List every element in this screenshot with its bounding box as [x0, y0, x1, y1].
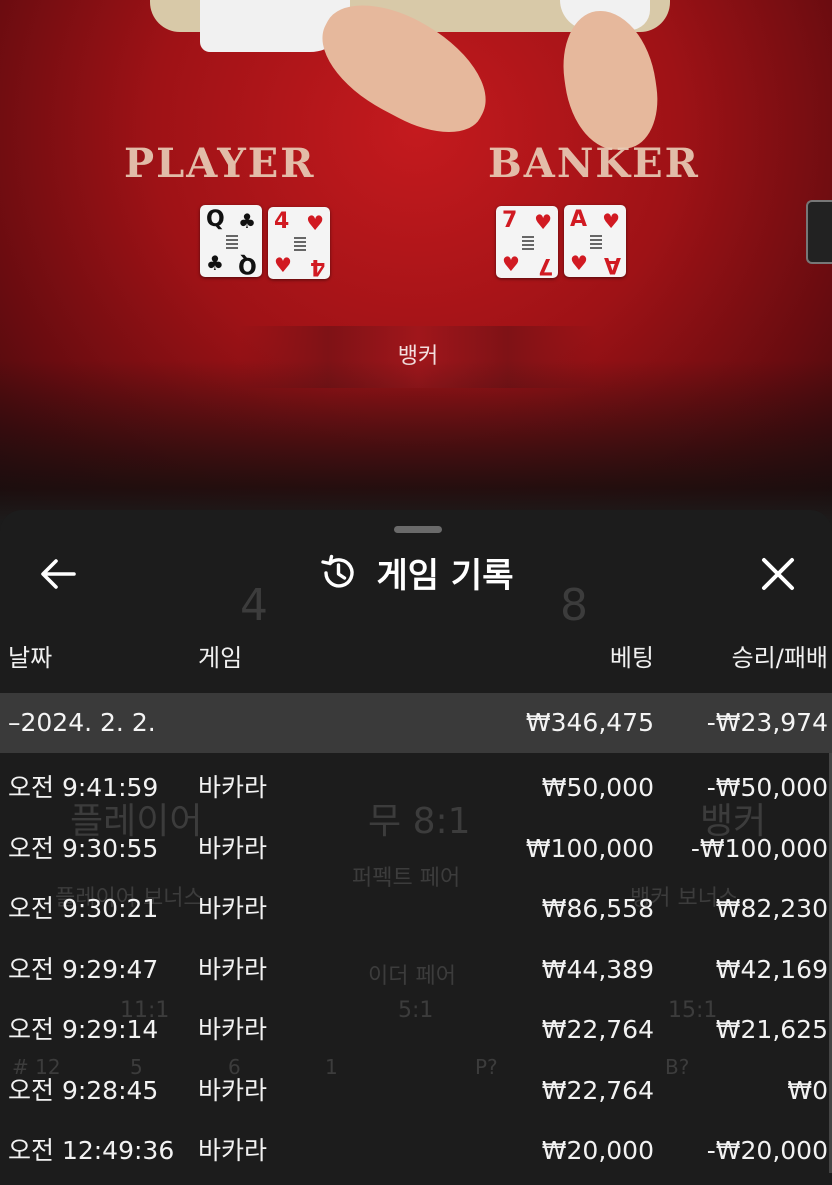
card-rank: 7: [502, 208, 518, 233]
row-game: 바카라: [198, 1136, 268, 1165]
row-win-loss: ₩42,169: [715, 954, 828, 984]
history-row[interactable]: 오전 9:41:59 바카라 ₩50,000 -₩50,000: [0, 758, 832, 819]
group-date: –2024. 2. 2.: [8, 708, 156, 737]
column-game: 게임: [198, 644, 243, 672]
card-rank: 4: [274, 209, 290, 234]
row-time: 오전 9:29:14: [8, 1015, 159, 1044]
hearts-icon: ♥: [534, 210, 552, 234]
row-win-loss: ₩0: [787, 1075, 828, 1105]
column-bet: 베팅: [609, 644, 654, 672]
card-rank: A: [570, 207, 588, 232]
card-rank: 7: [537, 253, 553, 278]
history-row[interactable]: 오전 9:29:14 바카라 ₩22,764 ₩21,625: [0, 1000, 832, 1061]
row-game: 바카라: [198, 773, 268, 802]
clubs-icon: ♣: [238, 209, 256, 233]
row-win-loss: -₩100,000: [690, 833, 828, 863]
game-history-sheet: 4 8 플레이어 무 8:1 뱅커 퍼펙트 페어 플레이어 보너스 뱅커 보너스…: [0, 510, 832, 1185]
hearts-icon: ♥: [306, 211, 324, 235]
row-win-loss: ₩82,230: [715, 894, 828, 923]
player-card-2: 4 ♥ ♥ 4: [268, 207, 330, 279]
row-bet: ₩44,389: [541, 954, 654, 984]
row-game: 바카라: [198, 1075, 268, 1105]
card-rank: Q: [206, 207, 225, 232]
history-row[interactable]: 오전 9:29:47 바카라 ₩44,389 ₩42,169: [0, 940, 832, 1001]
row-time: 오전 9:28:45: [8, 1075, 159, 1105]
history-row[interactable]: 오전 9:30:55 바카라 ₩100,000 -₩100,000: [0, 819, 832, 880]
card-shoe: [806, 200, 832, 264]
drag-handle[interactable]: [394, 526, 442, 533]
clubs-icon: ♣: [206, 251, 224, 275]
group-total-bet: ₩346,475: [525, 708, 654, 737]
history-row[interactable]: 오전 9:28:45 바카라 ₩22,764 ₩0: [0, 1061, 832, 1122]
close-icon: [762, 558, 794, 590]
hearts-icon: ♥: [502, 252, 520, 276]
row-bet: ₩22,764: [541, 1075, 654, 1105]
row-win-loss: -₩20,000: [706, 1136, 828, 1165]
banker-label: BANKER: [488, 140, 700, 187]
history-row[interactable]: 오전 9:30:21 바카라 ₩86,558 ₩82,230: [0, 879, 832, 940]
row-win-loss: ₩21,625: [715, 1015, 828, 1044]
row-time: 오전 12:49:36: [8, 1136, 175, 1165]
sheet-header: 게임 기록: [0, 540, 832, 610]
history-icon: [320, 554, 354, 588]
row-win-loss: -₩50,000: [706, 773, 828, 802]
live-video-feed: PLAYER BANKER Q ♣ ♣ Q 4 ♥ ♥ 4 7 ♥ ♥ 7 A …: [0, 0, 832, 520]
card-rank: 4: [309, 254, 325, 279]
group-total-win-loss: -₩23,974: [706, 708, 828, 737]
date-group-row[interactable]: –2024. 2. 2. ₩346,475 -₩23,974: [0, 693, 832, 753]
row-game: 바카라: [198, 833, 268, 863]
table-header: 날짜 게임 베팅 승리/패배: [0, 638, 832, 682]
close-button[interactable]: [756, 552, 800, 596]
card-rank: A: [603, 252, 621, 277]
history-list: 오전 9:41:59 바카라 ₩50,000 -₩50,000 오전 9:30:55 바카…: [0, 758, 832, 1182]
row-time: 오전 9:41:59: [8, 773, 159, 802]
banker-card-1: 7 ♥ ♥ 7: [496, 206, 558, 278]
column-win-loss: 승리/패배: [731, 644, 828, 672]
banker-card-2: A ♥ ♥ A: [564, 205, 626, 277]
row-bet: ₩22,764: [541, 1015, 654, 1044]
player-card-1: Q ♣ ♣ Q: [200, 205, 262, 277]
row-time: 오전 9:30:55: [8, 833, 159, 863]
hearts-icon: ♥: [602, 209, 620, 233]
card-rank: Q: [238, 252, 257, 277]
row-bet: ₩86,558: [541, 894, 654, 923]
row-bet: ₩20,000: [541, 1136, 654, 1165]
row-game: 바카라: [198, 1015, 268, 1044]
player-label: PLAYER: [124, 140, 316, 187]
hearts-icon: ♥: [570, 251, 588, 275]
row-bet: ₩50,000: [541, 773, 654, 802]
column-date: 날짜: [8, 644, 53, 672]
row-game: 바카라: [198, 954, 268, 984]
hearts-icon: ♥: [274, 253, 292, 277]
row-time: 오전 9:29:47: [8, 954, 159, 984]
history-row[interactable]: 오전 12:49:36 바카라 ₩20,000 -₩20,000: [0, 1121, 832, 1182]
sheet-title: 게임 기록: [376, 556, 514, 596]
row-time: 오전 9:30:21: [8, 894, 159, 923]
row-bet: ₩100,000: [525, 833, 654, 863]
row-game: 바카라: [198, 894, 268, 923]
